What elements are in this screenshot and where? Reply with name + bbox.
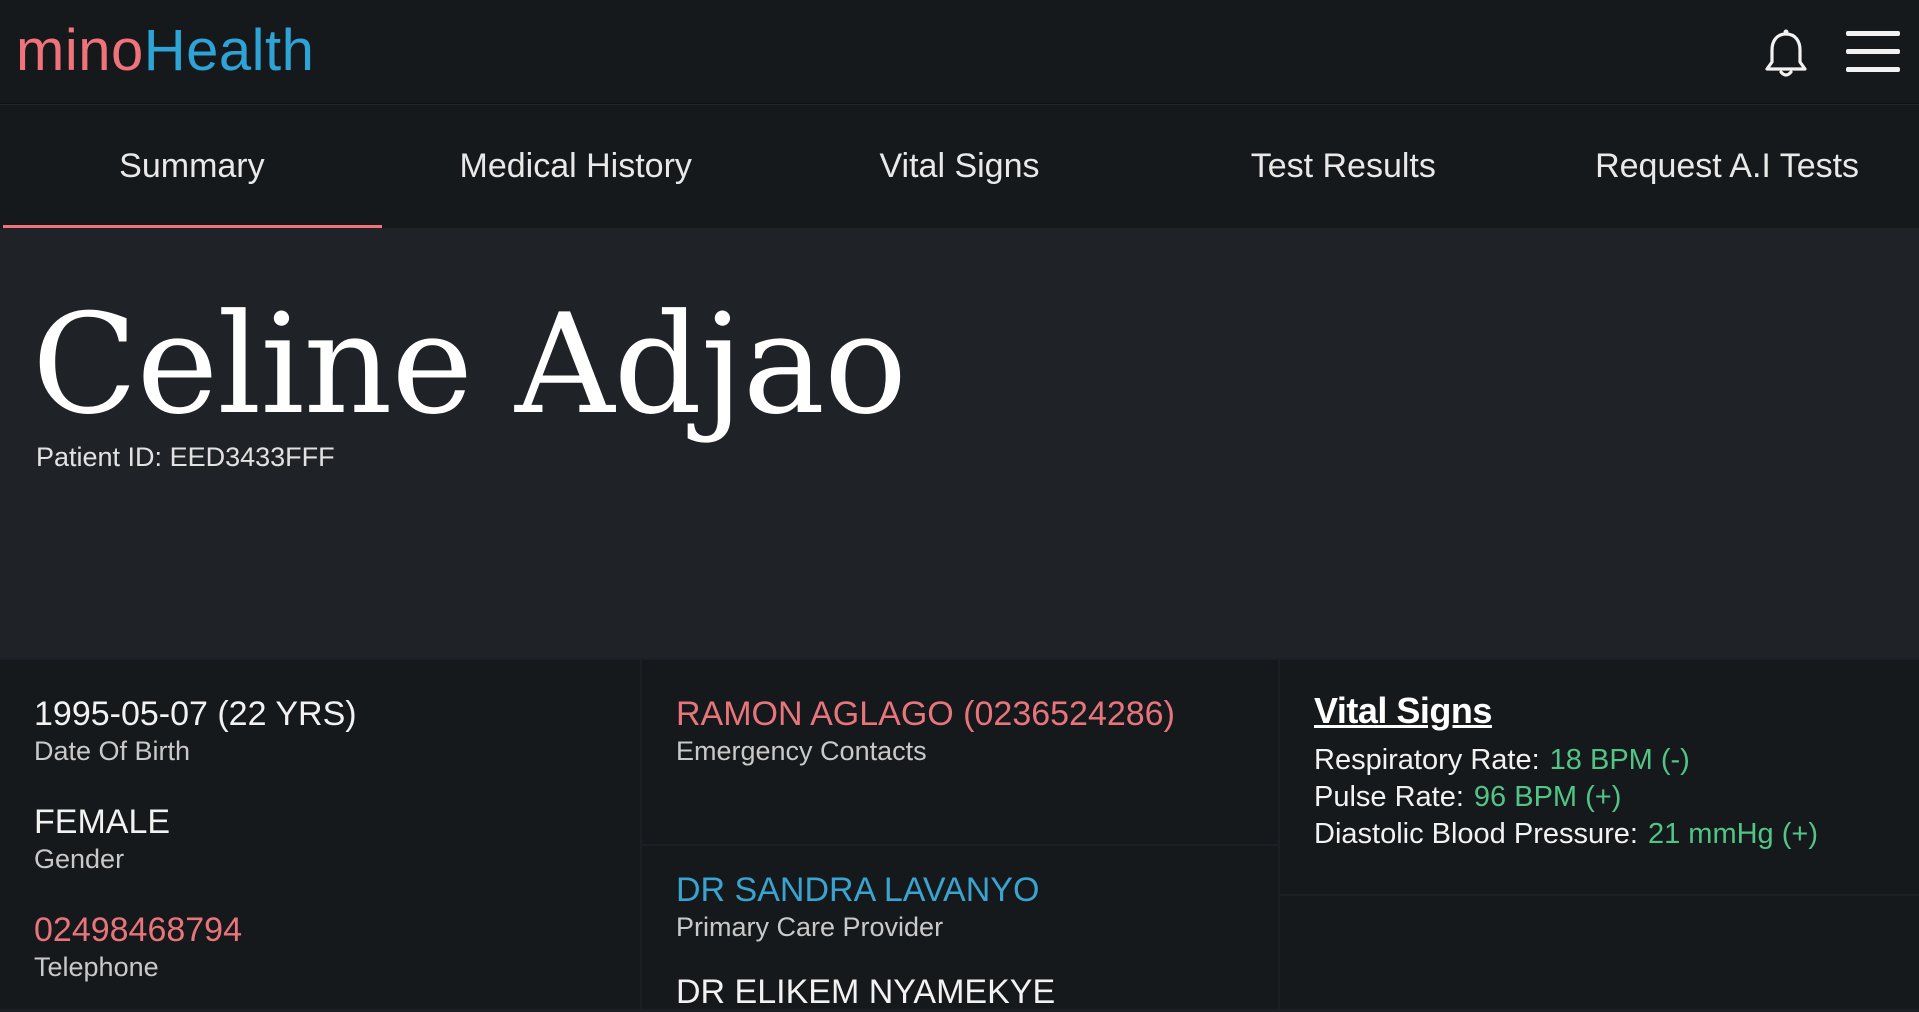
vital-signs-link[interactable]: Vital Signs	[1314, 690, 1492, 732]
top-bar: minoHealth	[0, 0, 1919, 104]
tab-request-ai-tests[interactable]: Request A.I Tests	[1535, 105, 1919, 228]
patient-id: Patient ID: EED3433FFF	[36, 442, 335, 472]
gender-label: Gender	[34, 844, 125, 874]
minohealth-logo[interactable]: minoHealth	[16, 18, 314, 84]
contacts-column: RAMON AGLAGO (0236524286) Emergency Cont…	[642, 660, 1278, 1012]
tab-medical-history[interactable]: Medical History	[384, 105, 768, 228]
patient-header: Celine Adjao Patient ID: EED3433FFF	[0, 228, 1919, 658]
pulse-rate-label: Pulse Rate:	[1314, 781, 1464, 813]
tab-vital-signs[interactable]: Vital Signs	[768, 105, 1152, 228]
dob-field: 1995-05-07 (22 YRS) Date Of Birth	[34, 694, 357, 768]
primary-care-label: Primary Care Provider	[676, 912, 944, 942]
patient-name: Celine Adjao	[32, 284, 907, 445]
emergency-contacts-card: RAMON AGLAGO (0236524286) Emergency Cont…	[642, 678, 1278, 844]
primary-care-card: DR SANDRA LAVANYO Primary Care Provider …	[642, 846, 1278, 1012]
secondary-provider-field: DR ELIKEM NYAMEKYE	[676, 972, 1055, 1012]
respiratory-rate-label: Respiratory Rate:	[1314, 744, 1540, 776]
tab-summary[interactable]: Summary	[0, 105, 384, 228]
gender-field: FEMALE Gender	[34, 802, 170, 876]
logo-text-health: Health	[143, 18, 315, 83]
logo-text-mino: mino	[16, 18, 144, 83]
diastolic-bp-row: Diastolic Blood Pressure: 21 mmHg (+)	[1314, 816, 1818, 852]
pulse-rate-row: Pulse Rate: 96 BPM (+)	[1314, 779, 1621, 815]
empty-card	[1280, 896, 1919, 1009]
tab-bar: Summary Medical History Vital Signs Test…	[0, 104, 1919, 228]
primary-care-value[interactable]: DR SANDRA LAVANYO	[676, 870, 1039, 910]
demographics-card: 1995-05-07 (22 YRS) Date Of Birth FEMALE…	[0, 660, 640, 1009]
emergency-contact-field: RAMON AGLAGO (0236524286) Emergency Cont…	[676, 694, 1175, 768]
diastolic-bp-label: Diastolic Blood Pressure:	[1314, 818, 1638, 850]
bell-icon[interactable]	[1762, 28, 1810, 80]
telephone-field: 02498468794 Telephone	[34, 910, 242, 984]
emergency-contact-value[interactable]: RAMON AGLAGO (0236524286)	[676, 694, 1175, 734]
gender-value: FEMALE	[34, 803, 171, 841]
tab-test-results[interactable]: Test Results	[1151, 105, 1535, 228]
primary-care-field: DR SANDRA LAVANYO Primary Care Provider	[676, 870, 1039, 944]
hamburger-menu-icon[interactable]	[1846, 31, 1900, 73]
summary-panels: 1995-05-07 (22 YRS) Date Of Birth FEMALE…	[0, 660, 1919, 1012]
dob-value: 1995-05-07 (22 YRS)	[34, 695, 357, 733]
vital-signs-column: Vital Signs Respiratory Rate: 18 BPM (-) …	[1280, 660, 1919, 1009]
respiratory-rate-value: 18 BPM (-)	[1549, 744, 1690, 776]
telephone-label: Telephone	[34, 952, 159, 982]
dob-label: Date Of Birth	[34, 736, 191, 766]
pulse-rate-value: 96 BPM (+)	[1473, 781, 1622, 813]
vital-signs-card: Vital Signs Respiratory Rate: 18 BPM (-) …	[1280, 678, 1919, 894]
respiratory-rate-row: Respiratory Rate: 18 BPM (-)	[1314, 742, 1690, 778]
telephone-value[interactable]: 02498468794	[34, 910, 242, 950]
emergency-contact-label: Emergency Contacts	[676, 736, 927, 766]
diastolic-bp-value: 21 mmHg (+)	[1647, 818, 1818, 850]
secondary-provider-value[interactable]: DR ELIKEM NYAMEKYE	[676, 972, 1055, 1012]
